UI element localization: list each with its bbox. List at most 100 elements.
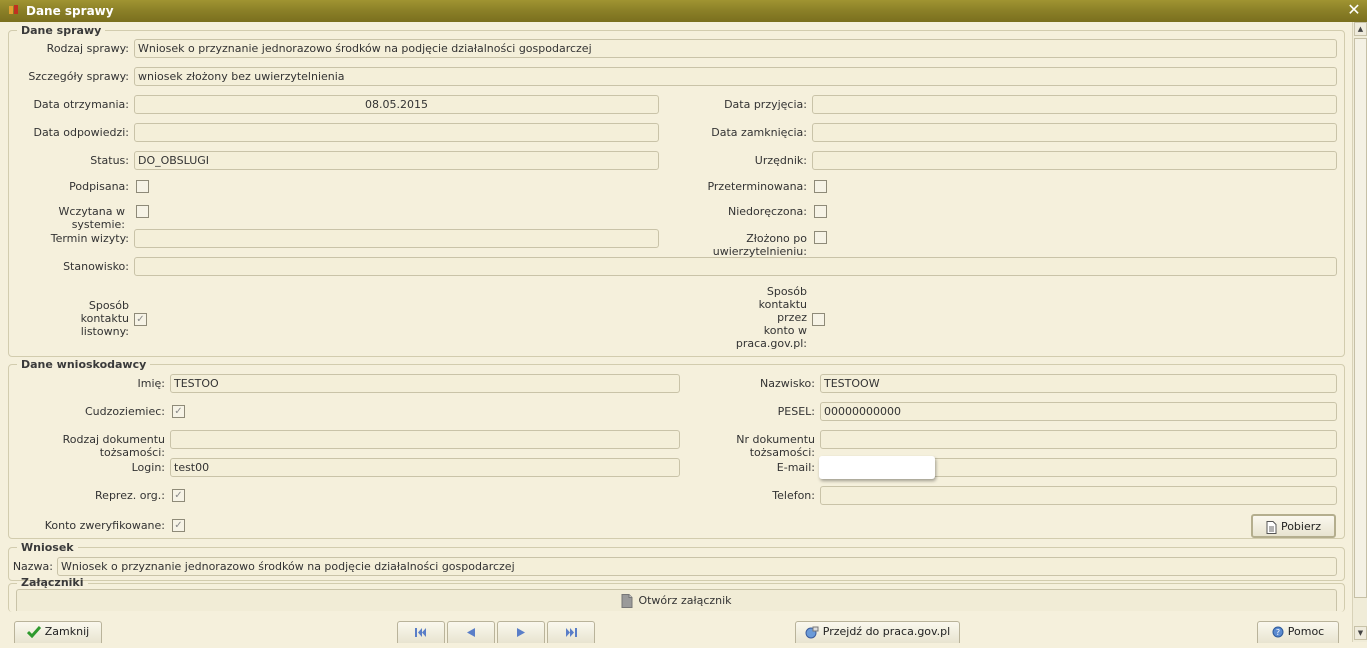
email-autocomplete-popup[interactable]	[819, 456, 935, 479]
termin-wizyty-label: Termin wizyty:	[50, 232, 129, 245]
rodzaj-dokumentu-label: Rodzaj dokumentu tożsamości:	[62, 433, 165, 459]
rodzaj-sprawy-field[interactable]: Wniosek o przyznanie jednorazowo środków…	[134, 39, 1337, 58]
nazwisko-label: Nazwisko:	[760, 377, 815, 390]
data-zamkniecia-field[interactable]	[812, 123, 1337, 142]
termin-wizyty-field[interactable]	[134, 229, 659, 248]
pomoc-button[interactable]: ? Pomoc	[1257, 621, 1339, 643]
kontakt-listowny-label: Sposób kontaktu listowny:	[60, 299, 129, 338]
data-otrzymania-label: Data otrzymania:	[33, 98, 129, 111]
app-icon	[9, 5, 18, 14]
data-odpowiedzi-field[interactable]	[134, 123, 659, 142]
pobierz-button[interactable]: Pobierz	[1251, 514, 1336, 538]
imie-label: Imię:	[137, 377, 166, 390]
checkmark-icon	[26, 626, 41, 638]
login-label: Login:	[131, 461, 165, 474]
kontakt-listowny-checkbox[interactable]: ✓	[134, 313, 147, 326]
nr-dokumentu-label: Nr dokumentu tożsamości:	[736, 433, 815, 459]
next-page-icon	[517, 627, 525, 637]
pesel-field[interactable]: 00000000000	[820, 402, 1337, 421]
label-line: kontaktu	[80, 312, 129, 325]
label-line: przez	[777, 311, 807, 324]
kontakt-konto-label: Sposób kontaktu przez konto w praca.gov.pl:	[720, 285, 807, 350]
last-page-button[interactable]	[547, 621, 595, 643]
niedoreczona-label: Niedoręczona:	[727, 205, 807, 218]
email-label: E-mail:	[776, 461, 815, 474]
data-zamkniecia-label: Data zamknięcia:	[711, 126, 807, 139]
urzednik-label: Urzędnik:	[754, 154, 807, 167]
pomoc-label: Pomoc	[1287, 625, 1325, 638]
login-field[interactable]: test00	[170, 458, 680, 477]
nr-dokumentu-field[interactable]	[820, 430, 1337, 449]
otworz-zalacznik-button[interactable]: Otwórz załącznik	[16, 589, 1337, 611]
close-icon[interactable]: ✕	[1345, 1, 1363, 19]
scrollbar-thumb[interactable]	[1354, 38, 1367, 598]
przeterminowana-checkbox[interactable]	[814, 180, 827, 193]
scroll-up-icon[interactable]: ▲	[1354, 22, 1367, 36]
zlozono-po-label: Złożono po uwierzytelnieniu:	[712, 232, 807, 258]
label-line: praca.gov.pl:	[735, 337, 807, 350]
nazwisko-field[interactable]: TESTOOW	[820, 374, 1337, 393]
window-titlebar: Dane sprawy ✕	[0, 0, 1367, 22]
status-field[interactable]: DO_OBSLUGI	[134, 151, 659, 170]
telefon-label: Telefon:	[772, 489, 815, 502]
label-line: Sposób	[88, 299, 129, 312]
previous-page-icon	[467, 627, 475, 637]
wczytana-label: Wczytana w systemie:	[58, 205, 125, 231]
window-title: Dane sprawy	[26, 4, 114, 18]
label-line: konto w	[763, 324, 807, 337]
zamknij-label: Zamknij	[44, 625, 90, 638]
data-przyjecia-label: Data przyjęcia:	[724, 98, 807, 111]
urzednik-field[interactable]	[812, 151, 1337, 170]
niedoreczona-checkbox[interactable]	[814, 205, 827, 218]
data-przyjecia-field[interactable]	[812, 95, 1337, 114]
cudzoziemiec-label: Cudzoziemiec:	[84, 405, 165, 418]
nazwa-field[interactable]: Wniosek o przyznanie jednorazowo środków…	[57, 557, 1337, 576]
data-otrzymania-field[interactable]: 08.05.2015	[134, 95, 659, 114]
svg-text:?: ?	[1276, 628, 1280, 637]
zamknij-button[interactable]: Zamknij	[14, 621, 102, 643]
telefon-field[interactable]	[820, 486, 1337, 505]
stanowisko-label: Stanowisko:	[63, 260, 129, 273]
first-page-icon	[415, 627, 426, 637]
wczytana-checkbox[interactable]	[136, 205, 149, 218]
document-icon	[1266, 520, 1277, 534]
dane-wnioskodawcy-legend: Dane wnioskodawcy	[21, 358, 147, 371]
data-odpowiedzi-label: Data odpowiedzi:	[33, 126, 129, 139]
label-line: kontaktu	[758, 298, 807, 311]
podpisana-label: Podpisana:	[69, 180, 129, 193]
nazwa-label: Nazwa:	[12, 560, 53, 573]
reprez-label: Reprez. org.:	[95, 489, 165, 502]
reprez-checkbox[interactable]: ✓	[172, 489, 185, 502]
pobierz-label: Pobierz	[1280, 520, 1322, 533]
next-page-button[interactable]	[497, 621, 545, 643]
previous-page-button[interactable]	[447, 621, 495, 643]
rodzaj-dokumentu-field[interactable]	[170, 430, 680, 449]
szczegoly-sprawy-label: Szczegóły sprawy:	[28, 70, 129, 83]
kontakt-konto-checkbox[interactable]	[812, 313, 825, 326]
document-icon	[621, 594, 633, 608]
label-line: listowny:	[80, 325, 129, 338]
przejdz-label: Przejdź do praca.gov.pl	[822, 625, 951, 638]
globe-icon	[805, 626, 819, 638]
zlozono-po-checkbox[interactable]	[814, 231, 827, 244]
last-page-icon	[566, 627, 577, 637]
konto-zweryfikowane-checkbox[interactable]: ✓	[172, 519, 185, 532]
szczegoly-sprawy-field[interactable]: wniosek złożony bez uwierzytelnienia	[134, 67, 1337, 86]
cudzoziemiec-checkbox[interactable]: ✓	[172, 405, 185, 418]
help-icon: ?	[1272, 626, 1284, 638]
otworz-zalacznik-label: Otwórz załącznik	[638, 594, 732, 607]
status-label: Status:	[90, 154, 129, 167]
stanowisko-field[interactable]	[134, 257, 1337, 276]
dialog-content: Dane sprawy Rodzaj sprawy: Wniosek o prz…	[0, 22, 1352, 643]
vertical-scrollbar[interactable]: ▲ ▼	[1352, 22, 1367, 642]
label-line: Sposób	[766, 285, 807, 298]
imie-field[interactable]: TESTOO	[170, 374, 680, 393]
scroll-down-icon[interactable]: ▼	[1354, 626, 1367, 640]
podpisana-checkbox[interactable]	[136, 180, 149, 193]
first-page-button[interactable]	[397, 621, 445, 643]
przejdz-button[interactable]: Przejdź do praca.gov.pl	[795, 621, 960, 643]
zalaczniki-legend: Załączniki	[21, 578, 84, 588]
pesel-label: PESEL:	[777, 405, 815, 418]
rodzaj-sprawy-label: Rodzaj sprawy:	[46, 42, 129, 55]
konto-zweryfikowane-label: Konto zweryfikowane:	[44, 519, 165, 532]
